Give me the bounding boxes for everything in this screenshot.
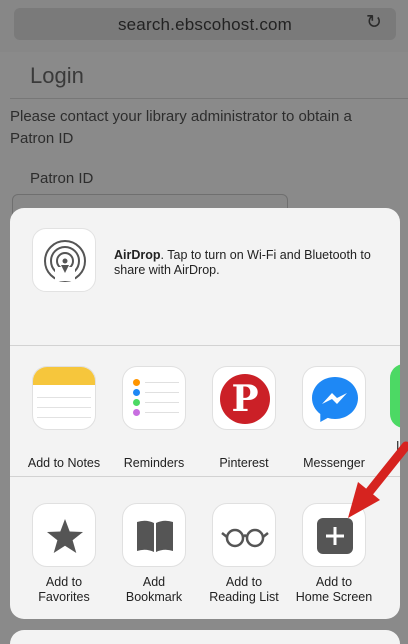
airdrop-icon <box>32 228 96 292</box>
share-sheet: AirDrop. Tap to turn on Wi-Fi and Blueto… <box>10 208 400 619</box>
reminders-icon <box>122 366 186 430</box>
action-label-line1: Add to <box>315 575 353 589</box>
patron-id-label: Patron ID <box>30 170 94 187</box>
action-label-line2: Reading List <box>209 590 279 604</box>
action-label-line2: Favorites <box>38 590 90 604</box>
pinterest-icon: P <box>212 366 276 430</box>
action-label-line1: Add <box>142 575 166 589</box>
red-arrow-annotation <box>348 441 408 518</box>
airdrop-row[interactable]: AirDrop. Tap to turn on Wi-Fi and Blueto… <box>10 208 400 345</box>
messenger-icon <box>302 366 366 430</box>
book-icon <box>122 503 186 567</box>
action-label-line2: Bookmark <box>125 590 183 604</box>
notes-icon <box>32 366 96 430</box>
glasses-icon <box>212 503 276 567</box>
airdrop-description: AirDrop. Tap to turn on Wi-Fi and Blueto… <box>114 248 390 278</box>
cancel-button[interactable] <box>10 630 400 644</box>
star-icon <box>32 503 96 567</box>
share-app-label: Reminders <box>123 456 185 470</box>
airdrop-title: AirDrop <box>114 248 161 262</box>
share-app-label: Add to Notes <box>27 456 101 470</box>
action-label-line2: Home Screen <box>295 590 373 604</box>
reload-icon[interactable]: ↻ <box>364 13 384 33</box>
address-bar: search.ebscohost.com ↻ <box>0 0 408 52</box>
title-divider <box>10 98 408 99</box>
page-message: Please contact your library administrato… <box>10 108 352 147</box>
share-app-partial-icon[interactable] <box>390 364 400 428</box>
pinterest-glyph: P <box>220 374 270 424</box>
address-text: search.ebscohost.com <box>117 15 293 34</box>
action-label-line1: Add to <box>45 575 83 589</box>
address-field[interactable]: search.ebscohost.com ↻ <box>14 8 396 40</box>
action-label-line1: Add to <box>225 575 263 589</box>
share-app-label: Pinterest <box>219 456 269 470</box>
page-title: Login <box>30 63 84 88</box>
